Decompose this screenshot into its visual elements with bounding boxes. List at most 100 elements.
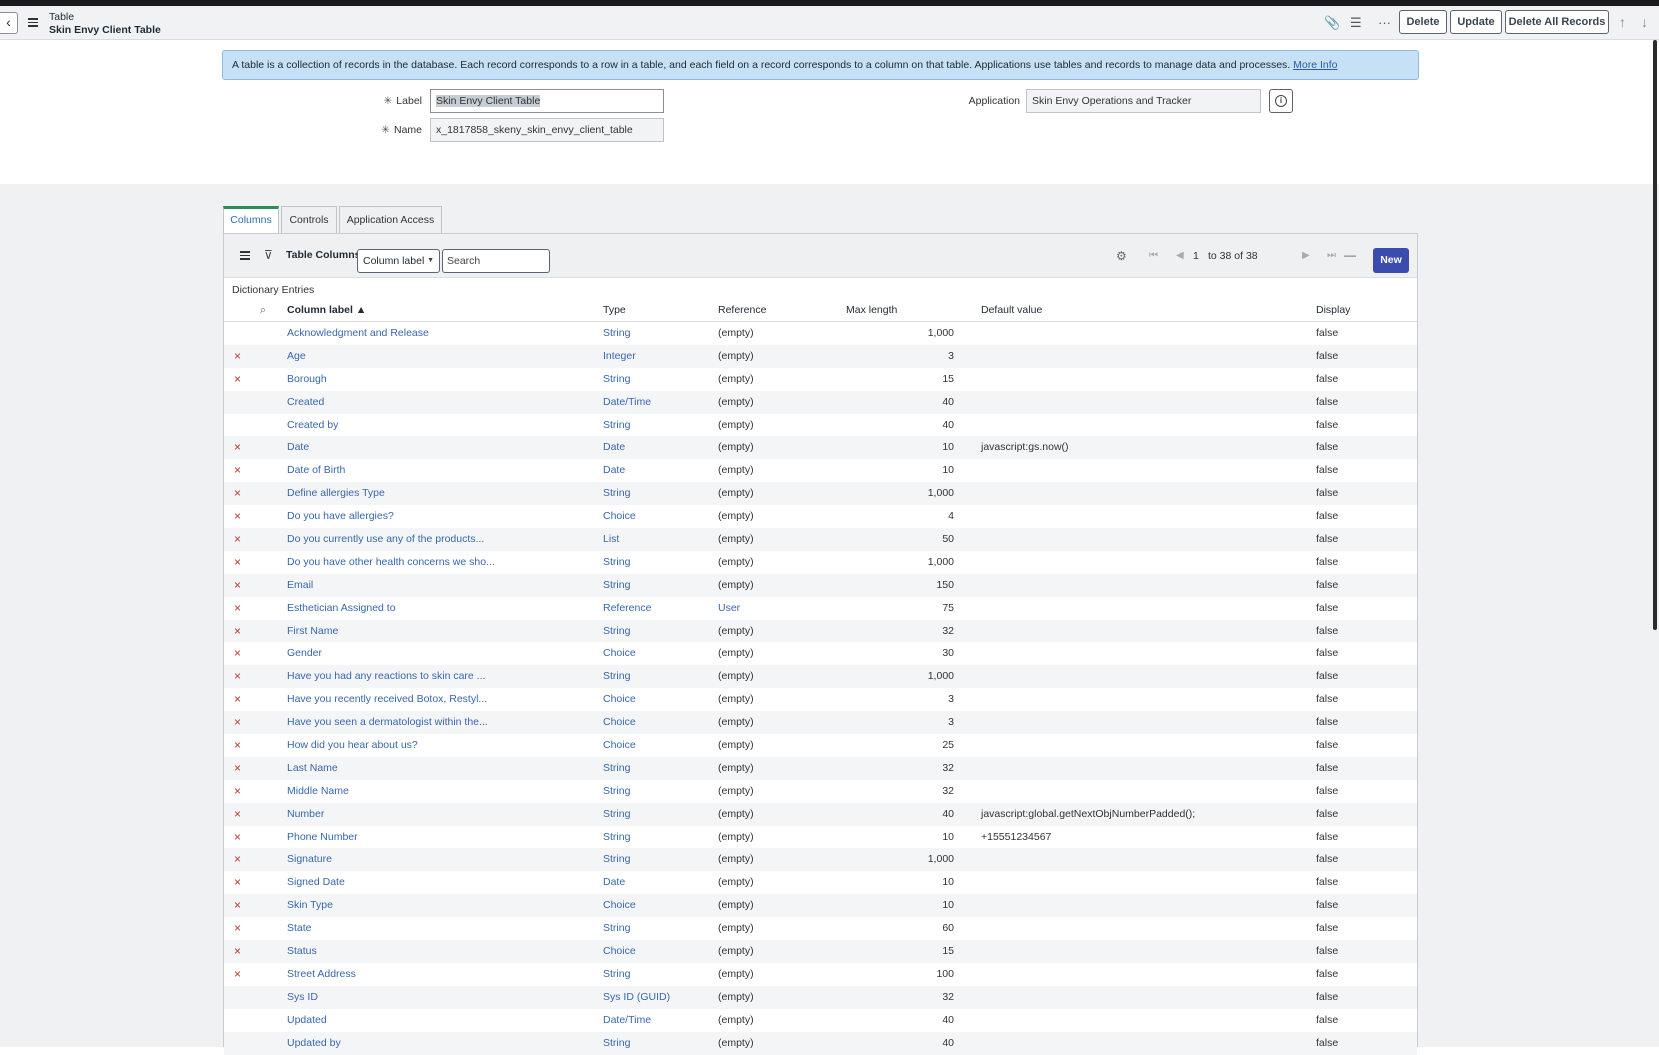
delete-row-icon[interactable]: × bbox=[234, 848, 241, 871]
column-type[interactable]: Reference bbox=[603, 597, 651, 620]
column-label-link[interactable]: Acknowledgment and Release bbox=[287, 322, 429, 345]
next-record-icon[interactable]: ↓ bbox=[1641, 14, 1648, 30]
table-row[interactable]: × State String (empty) 60 false bbox=[224, 917, 1417, 940]
header-max-length[interactable]: Max length bbox=[846, 304, 897, 316]
table-row[interactable]: Acknowledgment and Release String (empty) 1… bbox=[224, 322, 1417, 345]
column-type[interactable]: String bbox=[603, 414, 630, 437]
table-row[interactable]: × Street Address String (empty) 100 false bbox=[224, 963, 1417, 986]
delete-row-icon[interactable]: × bbox=[234, 963, 241, 986]
table-row[interactable]: × Do you currently use any of the product… bbox=[224, 528, 1417, 551]
delete-row-icon[interactable]: × bbox=[234, 459, 241, 482]
table-row[interactable]: × Gender Choice (empty) 30 false bbox=[224, 642, 1417, 665]
column-type[interactable]: Date bbox=[603, 871, 625, 894]
table-row[interactable]: × Have you had any reactions to skin care… bbox=[224, 665, 1417, 689]
delete-row-icon[interactable]: × bbox=[234, 780, 241, 803]
delete-row-icon[interactable]: × bbox=[234, 711, 241, 734]
table-row[interactable]: × Email String (empty) 150 false bbox=[224, 573, 1417, 597]
delete-row-icon[interactable]: × bbox=[234, 505, 241, 528]
delete-row-icon[interactable]: × bbox=[234, 734, 241, 757]
column-label-link[interactable]: Email bbox=[287, 574, 313, 597]
column-type[interactable]: Choice bbox=[603, 711, 636, 734]
update-button[interactable]: Update bbox=[1450, 10, 1502, 34]
table-row[interactable]: × Phone Number String (empty) 10 +15551234567… bbox=[224, 826, 1417, 849]
first-page-icon[interactable]: ⏮ bbox=[1149, 250, 1158, 261]
delete-row-icon[interactable]: × bbox=[234, 528, 241, 551]
table-row[interactable]: × Do you have allergies? Choice (empty) 4 fal… bbox=[224, 505, 1417, 528]
hamburger-menu-icon[interactable] bbox=[28, 18, 38, 28]
table-row[interactable]: × Borough String (empty) 15 false bbox=[224, 368, 1417, 391]
column-label-link[interactable]: Date bbox=[287, 436, 309, 459]
table-row[interactable]: × Date Date (empty) 10 javascript:gs.now() fal… bbox=[224, 436, 1417, 460]
gear-icon[interactable]: ⚙ bbox=[1116, 249, 1127, 263]
column-label-link[interactable]: State bbox=[287, 917, 312, 940]
column-label-link[interactable]: Phone Number bbox=[287, 826, 358, 849]
column-type[interactable]: Date/Time bbox=[603, 1009, 651, 1032]
table-row[interactable]: × Have you recently received Botox, Resty… bbox=[224, 688, 1417, 711]
table-row[interactable]: × Have you seen a dermatologist within th… bbox=[224, 711, 1417, 735]
column-label-link[interactable]: Updated by bbox=[287, 1032, 341, 1055]
column-type[interactable]: Choice bbox=[603, 734, 636, 757]
column-label-link[interactable]: Define allergies Type bbox=[287, 482, 385, 505]
column-type[interactable]: String bbox=[603, 917, 630, 940]
column-label-link[interactable]: Age bbox=[287, 345, 306, 368]
column-label-link[interactable]: Gender bbox=[287, 642, 322, 665]
paperclip-icon[interactable]: 📎 bbox=[1324, 15, 1340, 31]
column-label-link[interactable]: Street Address bbox=[287, 963, 356, 986]
delete-row-icon[interactable]: × bbox=[234, 597, 241, 620]
column-type[interactable]: String bbox=[603, 963, 630, 986]
column-type[interactable]: Choice bbox=[603, 688, 636, 711]
search-column-select[interactable]: Column label ▼ bbox=[357, 249, 440, 273]
page-number[interactable]: 1 bbox=[1193, 250, 1199, 262]
delete-all-records-button[interactable]: Delete All Records bbox=[1505, 10, 1609, 34]
table-row[interactable]: × Number String (empty) 40 javascript:global.… bbox=[224, 802, 1417, 826]
column-label-link[interactable]: Borough bbox=[287, 368, 327, 391]
column-type[interactable]: String bbox=[603, 1032, 630, 1055]
column-label-link[interactable]: How did you hear about us? bbox=[287, 734, 418, 757]
new-button[interactable]: New bbox=[1373, 248, 1409, 273]
last-page-icon[interactable]: ⏭ bbox=[1327, 250, 1336, 261]
table-row[interactable]: × Last Name String (empty) 32 false bbox=[224, 756, 1417, 780]
filter-icon[interactable]: ⊽ bbox=[264, 248, 273, 262]
delete-row-icon[interactable]: × bbox=[234, 871, 241, 894]
table-row[interactable]: × Skin Type Choice (empty) 10 false bbox=[224, 894, 1417, 918]
column-label-link[interactable]: Created by bbox=[287, 414, 338, 437]
column-label-link[interactable]: Updated bbox=[287, 1009, 327, 1032]
delete-row-icon[interactable]: × bbox=[234, 345, 241, 368]
delete-row-icon[interactable]: × bbox=[234, 642, 241, 665]
column-type[interactable]: Date bbox=[603, 436, 625, 459]
application-info-button[interactable]: i bbox=[1269, 89, 1293, 113]
table-row[interactable]: Updated by String (empty) 40 false bbox=[224, 1031, 1417, 1055]
delete-row-icon[interactable]: × bbox=[234, 917, 241, 940]
column-type[interactable]: String bbox=[603, 322, 630, 345]
table-row[interactable]: Updated Date/Time (empty) 40 false bbox=[224, 1009, 1417, 1032]
column-type[interactable]: List bbox=[603, 528, 619, 551]
page-scrollbar[interactable] bbox=[1653, 40, 1657, 630]
column-type[interactable]: Integer bbox=[603, 345, 636, 368]
search-input[interactable]: Search bbox=[442, 249, 550, 273]
label-input[interactable]: Skin Envy Client Table bbox=[430, 89, 664, 113]
delete-row-icon[interactable]: × bbox=[234, 757, 241, 780]
header-default-value[interactable]: Default value bbox=[981, 304, 1042, 316]
list-menu-icon[interactable] bbox=[240, 251, 250, 262]
table-row[interactable]: Created by String (empty) 40 false bbox=[224, 414, 1417, 437]
column-label-link[interactable]: Skin Type bbox=[287, 894, 333, 917]
header-reference[interactable]: Reference bbox=[718, 304, 766, 316]
column-label-link[interactable]: Have you recently received Botox, Restyl… bbox=[287, 688, 487, 711]
column-type[interactable]: Date/Time bbox=[603, 391, 651, 414]
table-row[interactable]: × Define allergies Type String (empty) 1,000… bbox=[224, 482, 1417, 506]
column-label-link[interactable]: First Name bbox=[287, 620, 338, 643]
column-type[interactable]: String bbox=[603, 780, 630, 803]
column-label-link[interactable]: Have you had any reactions to skin care … bbox=[287, 665, 485, 688]
column-label-link[interactable]: Number bbox=[287, 803, 324, 826]
delete-row-icon[interactable]: × bbox=[234, 620, 241, 643]
previous-record-icon[interactable]: ↑ bbox=[1619, 14, 1626, 30]
table-row[interactable]: × Middle Name String (empty) 32 false bbox=[224, 780, 1417, 803]
column-type[interactable]: String bbox=[603, 551, 630, 574]
table-row[interactable]: × Do you have other health concerns we sh… bbox=[224, 551, 1417, 574]
settings-sliders-icon[interactable]: ☰ bbox=[1350, 15, 1362, 31]
column-label-link[interactable]: Do you have other health concerns we sho… bbox=[287, 551, 495, 574]
more-info-link[interactable]: More Info bbox=[1293, 59, 1337, 71]
column-label-link[interactable]: Date of Birth bbox=[287, 459, 345, 482]
column-type[interactable]: String bbox=[603, 826, 630, 849]
column-type[interactable]: Choice bbox=[603, 642, 636, 665]
